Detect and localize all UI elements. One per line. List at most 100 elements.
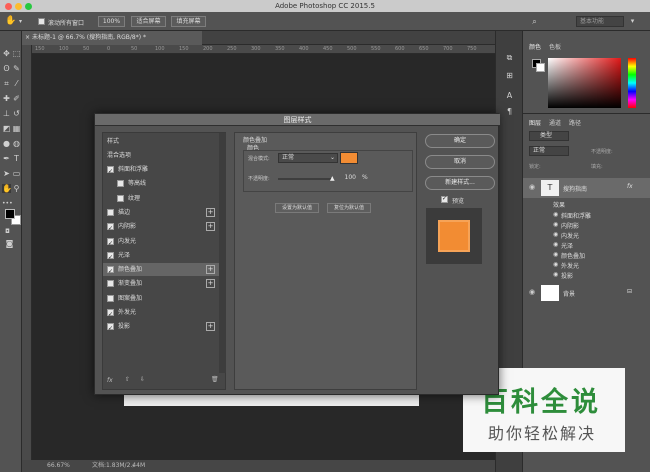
layer-row-background[interactable]: ◉ 背景 ⊟	[523, 283, 650, 303]
layer-row-text[interactable]: ◉ T 搜狗指南 fx	[523, 178, 650, 198]
character-panel-icon[interactable]: A	[505, 91, 514, 100]
style-item[interactable]: 描边 +	[103, 206, 219, 219]
hand-tool-active-icon[interactable]: ✋	[2, 184, 12, 193]
style-checkbox[interactable]	[107, 322, 114, 335]
style-item[interactable]: 等高线	[103, 177, 219, 190]
tab-swatches[interactable]: 色板	[549, 42, 561, 51]
layer-kind-filter[interactable]: 类型	[529, 131, 569, 141]
style-checkbox[interactable]	[107, 280, 114, 288]
gradient-tool-icon[interactable]: ▦	[12, 124, 21, 133]
hue-slider[interactable]	[628, 58, 636, 108]
add-style-icon[interactable]: +	[206, 265, 215, 275]
blend-mode-dropdown[interactable]: 正常 ⌄	[278, 153, 338, 163]
layer-effect-item[interactable]: ◉ 内发光	[553, 231, 579, 240]
lasso-tool-icon[interactable]: ʘ	[2, 64, 11, 73]
properties-panel-icon[interactable]: ⊞	[505, 71, 514, 80]
layer-effect-item[interactable]: ◉ 投影	[553, 271, 573, 280]
more-tools-icon[interactable]: •••	[2, 199, 13, 208]
fill-screen-button[interactable]: 填充屏幕	[171, 16, 206, 27]
foreground-color-swatch[interactable]	[5, 209, 15, 219]
opacity-input[interactable]: 100	[338, 173, 356, 183]
style-item[interactable]: 斜面和浮雕	[103, 163, 219, 178]
color-bg-swatch[interactable]	[536, 63, 545, 72]
opacity-slider-thumb[interactable]: ▲	[330, 175, 335, 182]
tool-preset-dropdown-icon[interactable]: ▾	[16, 17, 25, 26]
zoom-100-button[interactable]: 100%	[98, 16, 125, 27]
style-item[interactable]: 纹理	[103, 192, 219, 205]
reset-default-button[interactable]: 复位为默认值	[327, 203, 371, 213]
style-checkbox[interactable]	[117, 194, 124, 202]
eye-icon[interactable]: ◉	[553, 231, 558, 238]
eye-icon[interactable]: ◉	[529, 288, 535, 296]
style-checkbox[interactable]	[107, 294, 114, 302]
style-checkbox[interactable]	[107, 208, 114, 216]
style-checkbox[interactable]	[107, 222, 114, 235]
style-checkbox[interactable]	[107, 237, 114, 250]
style-checkbox[interactable]	[107, 308, 114, 321]
search-icon[interactable]: ⌕	[530, 17, 539, 26]
style-checkbox[interactable]	[107, 165, 114, 178]
workspace-switcher[interactable]: 基本功能	[576, 16, 624, 27]
status-arrow-icon[interactable]: ›	[132, 460, 135, 472]
blending-options-item[interactable]: 混合选项	[103, 149, 219, 162]
minimize-window-button[interactable]	[15, 3, 22, 10]
style-item[interactable]: 颜色叠加 +	[103, 263, 219, 278]
move-tool-icon[interactable]: ✥	[2, 49, 11, 58]
close-window-button[interactable]	[5, 3, 12, 10]
history-panel-icon[interactable]: ⧉	[505, 53, 514, 62]
tab-color[interactable]: 颜色	[529, 42, 541, 51]
tab-layers[interactable]: 图层	[529, 118, 541, 127]
tab-paths[interactable]: 路径	[569, 118, 581, 127]
ok-button[interactable]: 确定	[425, 134, 495, 148]
eyedropper-tool-icon[interactable]: ⁄	[12, 79, 21, 88]
quick-select-tool-icon[interactable]: ✎	[12, 64, 21, 73]
style-item[interactable]: 外发光	[103, 306, 219, 321]
eye-icon[interactable]: ◉	[553, 271, 558, 278]
eye-icon[interactable]: ◉	[529, 183, 535, 191]
style-item[interactable]: 光泽	[103, 249, 219, 264]
style-checkbox[interactable]	[107, 265, 114, 278]
shape-tool-icon[interactable]: ▭	[12, 169, 21, 178]
opacity-slider[interactable]: ▲	[278, 175, 335, 182]
zoom-window-button[interactable]	[25, 3, 32, 10]
healing-brush-tool-icon[interactable]: ✚	[2, 94, 11, 103]
workspace-dropdown-icon[interactable]: ▾	[628, 17, 637, 26]
layer-effect-item[interactable]: ◉ 斜面和浮雕	[553, 211, 591, 220]
default-colors-icon[interactable]: ◘	[3, 227, 12, 236]
close-tab-icon[interactable]: ×	[25, 31, 30, 45]
blend-mode-select[interactable]: 正常	[529, 146, 569, 156]
scroll-all-windows-checkbox[interactable]	[38, 18, 45, 25]
color-picker-field[interactable]	[548, 58, 621, 108]
type-tool-icon[interactable]: T	[12, 154, 21, 163]
blur-tool-icon[interactable]: ●	[2, 139, 11, 148]
layer-effect-item[interactable]: ◉ 光泽	[553, 241, 573, 250]
document-tab[interactable]: × 未标题-1 @ 66.7% (搜狗指南, RGB/8*) *	[22, 31, 202, 45]
pen-tool-icon[interactable]: ✒	[2, 154, 11, 163]
zoom-tool-icon[interactable]: ⚲	[12, 184, 21, 193]
path-select-tool-icon[interactable]: ➤	[2, 169, 11, 178]
move-down-icon[interactable]: ⇩	[140, 376, 145, 383]
style-checkbox[interactable]	[107, 251, 114, 264]
eye-icon[interactable]: ◉	[553, 251, 558, 258]
cancel-button[interactable]: 取消	[425, 155, 495, 169]
trash-icon[interactable]: 🗑	[211, 376, 219, 383]
clone-stamp-tool-icon[interactable]: ⊥	[2, 109, 11, 118]
tab-channels[interactable]: 通道	[549, 118, 561, 127]
add-style-icon[interactable]: +	[206, 222, 215, 232]
layer-effect-item[interactable]: ◉ 外发光	[553, 261, 579, 270]
marquee-tool-icon[interactable]: ⬚	[12, 49, 21, 58]
brush-tool-icon[interactable]: ✐	[12, 94, 21, 103]
add-style-icon[interactable]: +	[206, 207, 215, 217]
add-style-icon[interactable]: +	[206, 322, 215, 332]
quick-mask-icon[interactable]: ◙	[5, 239, 14, 248]
crop-tool-icon[interactable]: ⌗	[2, 79, 11, 88]
style-checkbox[interactable]	[117, 180, 124, 188]
new-style-button[interactable]: 新建样式...	[425, 176, 495, 190]
eye-icon[interactable]: ◉	[553, 211, 558, 218]
hand-tool-icon[interactable]: ✋	[5, 17, 16, 26]
fx-menu-button[interactable]: fx	[107, 377, 113, 384]
overlay-color-swatch[interactable]	[340, 152, 358, 164]
layer-effect-item[interactable]: ◉ 内阴影	[553, 221, 579, 230]
history-brush-tool-icon[interactable]: ↺	[12, 109, 21, 118]
paragraph-panel-icon[interactable]: ¶	[505, 107, 514, 116]
